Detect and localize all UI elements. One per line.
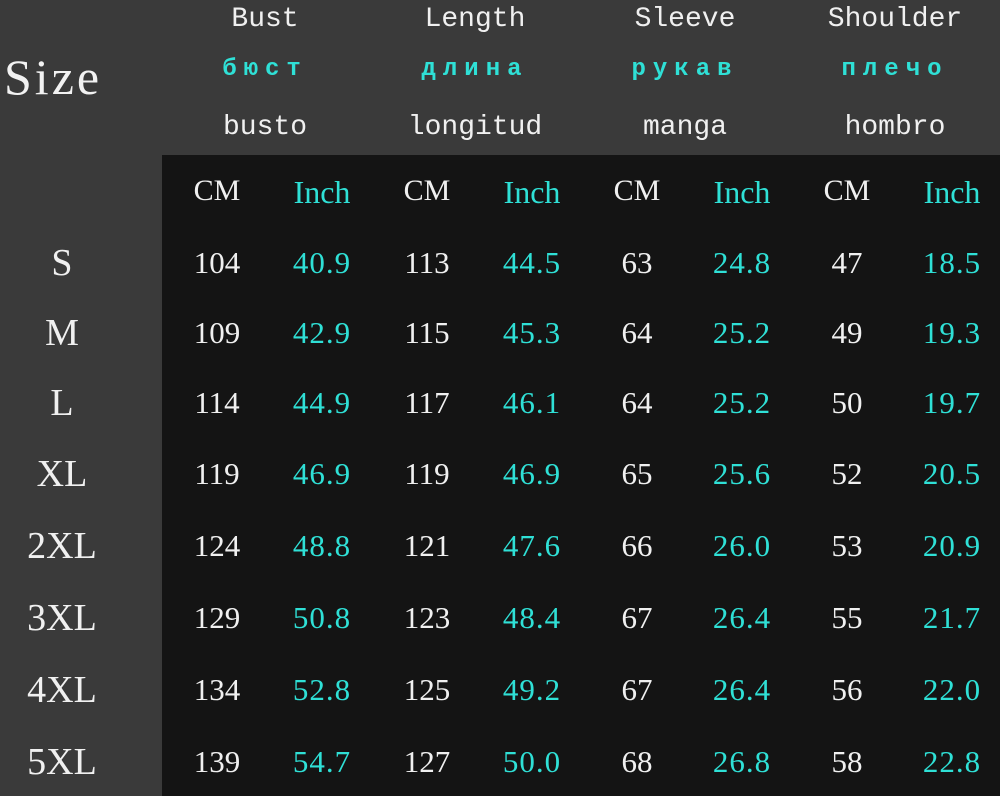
table-cell: 104: [193, 245, 241, 280]
table-cell: 129: [193, 600, 241, 635]
measure-header-es: longitud: [407, 112, 543, 143]
size-label: L: [50, 382, 74, 424]
table-cell: 40.9: [292, 245, 352, 280]
table-cell: 44.9: [292, 385, 352, 420]
table-cell: 53: [831, 528, 863, 563]
table-cell: 48.8: [292, 528, 352, 563]
table-cell: 50.8: [292, 600, 352, 635]
table-cell: 109: [193, 315, 241, 350]
measure-header-ru: рукав: [631, 56, 739, 83]
table-cell: 22.8: [922, 744, 982, 779]
table-cell: 52: [831, 456, 863, 491]
table-cell: 46.1: [502, 385, 562, 420]
measure-header-ru: бюст: [222, 56, 308, 83]
table-cell: 47.6: [502, 528, 562, 563]
unit-header-cm: CM: [193, 174, 241, 207]
measure-header-es: busto: [222, 112, 307, 143]
table-cell: 134: [193, 672, 241, 707]
table-cell: 26.4: [712, 672, 772, 707]
size-label: S: [51, 242, 73, 284]
table-cell: 25.2: [712, 315, 772, 350]
table-cell: 49.2: [502, 672, 562, 707]
table-cell: 24.8: [712, 245, 772, 280]
table-cell: 65: [621, 456, 653, 491]
size-label: 5XL: [27, 741, 97, 783]
size-label: 3XL: [27, 597, 97, 639]
table-cell: 25.2: [712, 385, 772, 420]
measure-header-en: Length: [424, 4, 526, 35]
measure-header-en: Sleeve: [634, 4, 736, 35]
table-cell: 67: [621, 672, 653, 707]
table-cell: 50.0: [502, 744, 562, 779]
table-cell: 19.3: [922, 315, 982, 350]
table-cell: 115: [404, 315, 450, 350]
unit-header-cm: CM: [403, 174, 451, 207]
table-cell: 19.7: [922, 385, 982, 420]
table-cell: 25.6: [712, 456, 772, 491]
table-cell: 64: [621, 315, 653, 350]
table-cell: 46.9: [502, 456, 562, 491]
table-cell: 64: [621, 385, 653, 420]
table-cell: 56: [831, 672, 863, 707]
size-label: 2XL: [27, 525, 97, 567]
table-cell: 20.9: [922, 528, 982, 563]
table-cell: 123: [403, 600, 451, 635]
table-cell: 67: [621, 600, 653, 635]
table-cell: 58: [831, 744, 863, 779]
table-cell: 49: [831, 315, 863, 350]
measure-header-es: hombro: [844, 112, 946, 143]
table-cell: 139: [193, 744, 241, 779]
table-cell: 46.9: [292, 456, 352, 491]
table-cell: 26.4: [712, 600, 772, 635]
table-cell: 22.0: [922, 672, 982, 707]
table-cell: 47: [831, 245, 863, 280]
table-cell: 66: [621, 528, 653, 563]
measure-header-es: manga: [642, 112, 727, 143]
table-cell: 119: [194, 456, 240, 491]
size-label: M: [45, 312, 79, 354]
size-heading: Size: [4, 49, 103, 105]
table-cell: 113: [404, 245, 450, 280]
table-cell: 48.4: [502, 600, 562, 635]
table-cell: 18.5: [922, 245, 982, 280]
table-cell: 44.5: [502, 245, 562, 280]
table-cell: 42.9: [292, 315, 352, 350]
unit-header-inch: Inch: [503, 174, 561, 210]
size-chart-table: Size Bust бюст busto Length длина longitud Sle…: [0, 0, 1000, 796]
unit-header-inch: Inch: [923, 174, 981, 210]
measure-header-en: Bust: [231, 4, 299, 35]
table-cell: 54.7: [292, 744, 352, 779]
table-cell: 127: [403, 744, 451, 779]
unit-header-cm: CM: [823, 174, 871, 207]
measure-header-en: Shoulder: [827, 4, 963, 35]
unit-header-inch: Inch: [293, 174, 351, 210]
table-cell: 20.5: [922, 456, 982, 491]
measure-header-ru: плечо: [841, 56, 949, 83]
table-cell: 45.3: [502, 315, 562, 350]
table-cell: 119: [404, 456, 450, 491]
table-cell: 68: [621, 744, 653, 779]
table-cell: 26.0: [712, 528, 772, 563]
table-cell: 21.7: [922, 600, 982, 635]
unit-header-inch: Inch: [713, 174, 771, 210]
table-cell: 125: [403, 672, 451, 707]
table-cell: 124: [193, 528, 241, 563]
table-cell: 50: [831, 385, 863, 420]
size-label: XL: [36, 453, 88, 495]
table-cell: 114: [194, 385, 240, 420]
table-cell: 121: [403, 528, 451, 563]
unit-header-cm: CM: [613, 174, 661, 207]
table-cell: 55: [831, 600, 863, 635]
measure-header-ru: длина: [421, 56, 529, 83]
size-label: 4XL: [27, 669, 97, 711]
table-cell: 52.8: [292, 672, 352, 707]
table-cell: 26.8: [712, 744, 772, 779]
table-cell: 63: [621, 245, 653, 280]
table-cell: 117: [404, 385, 450, 420]
